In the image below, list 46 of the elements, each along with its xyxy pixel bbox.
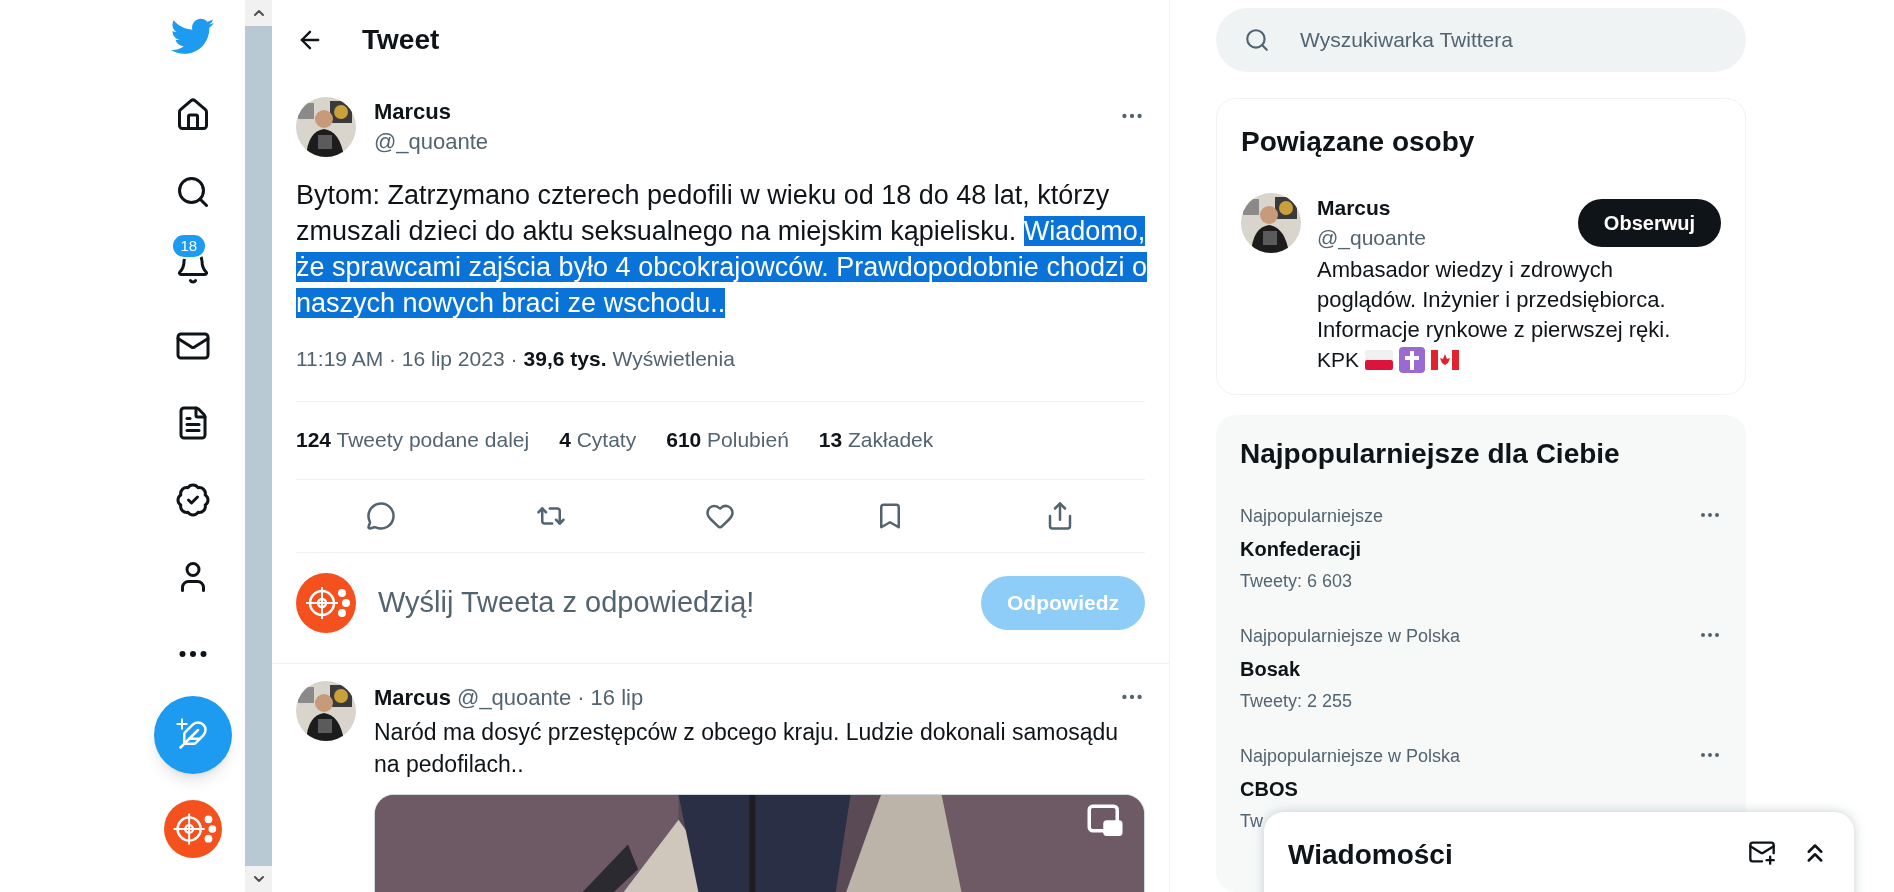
engagement-stat[interactable]: 4 Cytaty — [559, 424, 637, 456]
engagement-stat[interactable]: 13 Zakładek — [818, 424, 934, 456]
target-logo-icon — [163, 800, 222, 858]
plus-icon — [173, 716, 190, 732]
person-handle: @_quoante — [1317, 225, 1426, 252]
scrollbar[interactable] — [245, 0, 272, 892]
person-name[interactable]: Marcus — [1317, 193, 1391, 223]
tweet-text: Naród ma dosyć przestępców z obcego kraju. Ludzie dokonali samosądu na pedofilach.. — [374, 717, 1120, 779]
trend-topic[interactable]: Konfederacji — [1240, 534, 1362, 564]
drawer-title: Wiadomości — [1288, 838, 1454, 872]
cross-icon — [1399, 346, 1426, 373]
author-handle: @_quoante — [374, 128, 489, 156]
card-title: Najpopularniejsze dla Ciebie — [1240, 437, 1621, 471]
trend-count: Tweety: 2 255 — [1240, 690, 1353, 713]
trend-context: Najpopularniejsze w Polska — [1240, 625, 1461, 648]
page-title: Tweet — [362, 23, 440, 57]
views-label: Wyświetlenia — [612, 346, 735, 372]
author-name: Marcus — [374, 98, 452, 126]
person-bio: KPK — [1317, 347, 1360, 373]
feather-icon — [177, 720, 208, 750]
target-logo-icon — [296, 572, 356, 633]
trend-topic[interactable]: Bosak — [1240, 654, 1301, 684]
trend-count: Tweety: 6 603 — [1240, 570, 1353, 593]
author-name: Marcus — [374, 683, 452, 712]
follow-button[interactable]: Obserwuj — [1577, 199, 1721, 247]
person-bio: Ambasador wiedzy i zdrowych poglądów. Inżynier i przedsiębiorca. Informacje rynkowe z pierwszej ręki. — [1317, 256, 1672, 344]
card-title: Powiązane osoby — [1241, 125, 1476, 159]
tweet-timestamp[interactable]: 11:19 AM · 16 lip 2023 — [296, 343, 505, 375]
tweet-date: · 16 lip — [577, 683, 644, 712]
trend-topic[interactable]: CBOS — [1240, 774, 1298, 804]
reply-icon[interactable] — [365, 500, 396, 531]
engagement-stat[interactable]: 124 Tweety podane dalej — [296, 424, 530, 456]
notification-badge: 18 — [170, 233, 208, 259]
bird-logo-icon[interactable] — [170, 18, 215, 56]
search-icon — [1244, 27, 1270, 53]
trend-context: Najpopularniejsze — [1240, 505, 1384, 528]
trend-count: Tw — [1240, 810, 1263, 833]
flag-icon — [1365, 349, 1394, 370]
engagement-stat[interactable]: 610 Polubień — [666, 424, 789, 456]
views-count: 39,6 tys. — [523, 346, 607, 372]
trend-context: Najpopularniejsze w Polska — [1240, 745, 1461, 768]
flag-icon — [1431, 349, 1460, 370]
separator-dot: · — [510, 346, 518, 372]
author-handle: @_quoante — [457, 683, 572, 712]
messages-drawer[interactable]: Wiadomości — [1264, 812, 1854, 892]
search-field[interactable]: Wyszukiwarka Twittera — [1216, 8, 1746, 72]
